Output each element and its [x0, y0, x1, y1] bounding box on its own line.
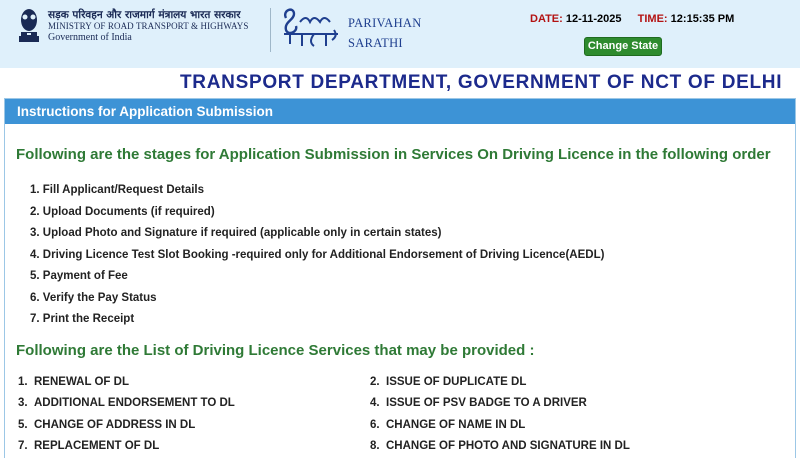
ministry-english: MINISTRY OF ROAD TRANSPORT & HIGHWAYS — [48, 21, 249, 31]
brand-name: PARIVAHAN SARATHI — [348, 13, 422, 53]
service-label: CHANGE OF ADDRESS IN DL — [34, 418, 196, 431]
brand-sarathi: SARATHI — [348, 36, 403, 50]
service-label: ADDITIONAL ENDORSEMENT TO DL — [34, 397, 235, 410]
service-label: CHANGE OF NAME IN DL — [386, 418, 526, 431]
list-item: 7. Print the Receipt — [30, 313, 135, 325]
service-number: 3. — [18, 397, 28, 410]
service-number: 7. — [18, 439, 28, 452]
service-label: ISSUE OF DUPLICATE DL — [386, 376, 527, 388]
list-item: 6. Verify the Pay Status — [30, 291, 157, 304]
services-heading: Following are the List of Driving Licenc… — [16, 342, 535, 359]
service-number: 6. — [370, 418, 380, 431]
service-item: 3. ADDITIONAL ENDORSEMENT TO DL — [18, 396, 235, 417]
list-item: 2. Upload Documents (if required) — [30, 205, 215, 218]
date-label: DATE: — [530, 13, 563, 25]
service-label: RENEWAL OF DL — [34, 376, 129, 388]
service-label: CHANGE OF PHOTO AND SIGNATURE IN DL — [386, 439, 630, 452]
service-item: 1. RENEWAL OF DL — [18, 375, 235, 396]
services-list-right: 2. ISSUE OF DUPLICATE DL 4. ISSUE OF PSV B… — [370, 375, 630, 460]
date-time: DATE: 12-11-2025 TIME: 12:15:35 PM — [530, 13, 734, 25]
time-label: TIME: — [637, 13, 668, 25]
header-bar: सड़क परिवहन और राजमार्ग मंत्रालय भारत सर… — [0, 0, 800, 68]
date-value: 12-11-2025 — [565, 13, 622, 25]
service-label: REPLACEMENT OF DL — [34, 439, 160, 452]
list-item: 3. Upload Photo and Signature if require… — [30, 227, 442, 239]
time-value: 12:15:35 PM — [670, 13, 735, 25]
header-divider — [270, 8, 271, 52]
government-of-india: Government of India — [48, 32, 132, 43]
service-item: 8. CHANGE OF PHOTO AND SIGNATURE IN DL — [370, 439, 630, 460]
service-item: 4. ISSUE OF PSV BADGE TO A DRIVER — [370, 396, 630, 417]
service-number: 5. — [18, 418, 28, 431]
service-item: 5. CHANGE OF ADDRESS IN DL — [18, 418, 235, 439]
list-item: 5. Payment of Fee — [30, 270, 128, 282]
ministry-hindi: सड़क परिवहन और राजमार्ग मंत्रालय भारत सर… — [48, 9, 241, 21]
services-list-left: 1. RENEWAL OF DL 3. ADDITIONAL ENDORSEMENT… — [18, 375, 235, 460]
sarathi-logo-icon[interactable] — [280, 4, 342, 50]
stages-heading: Following are the stages for Application… — [16, 146, 771, 163]
brand-parivahan: PARIVAHAN — [348, 16, 422, 30]
service-item: 2. ISSUE OF DUPLICATE DL — [370, 375, 630, 396]
list-item: 1. Fill Applicant/Request Details — [30, 184, 205, 196]
service-number: 4. — [370, 397, 380, 410]
service-label: ISSUE OF PSV BADGE TO A DRIVER — [386, 397, 587, 410]
ministry-name: सड़क परिवहन और राजमार्ग मंत्रालय भारत सर… — [48, 9, 248, 44]
service-item: 7. REPLACEMENT OF DL — [18, 439, 235, 460]
list-item: 4. Driving Licence Test Slot Booking -re… — [30, 248, 605, 261]
change-state-button[interactable]: Change State — [584, 37, 662, 56]
service-number: 8. — [370, 439, 380, 452]
stages-list: 1. Fill Applicant/Request Details 2. Upl… — [30, 183, 604, 334]
service-number: 1. — [18, 376, 28, 388]
national-emblem-icon — [19, 9, 39, 42]
service-item: 6. CHANGE OF NAME IN DL — [370, 418, 630, 439]
panel-title: Instructions for Application Submission — [5, 99, 795, 124]
service-number: 2. — [370, 376, 380, 388]
department-title: TRANSPORT DEPARTMENT, GOVERNMENT OF NCT … — [180, 72, 783, 93]
